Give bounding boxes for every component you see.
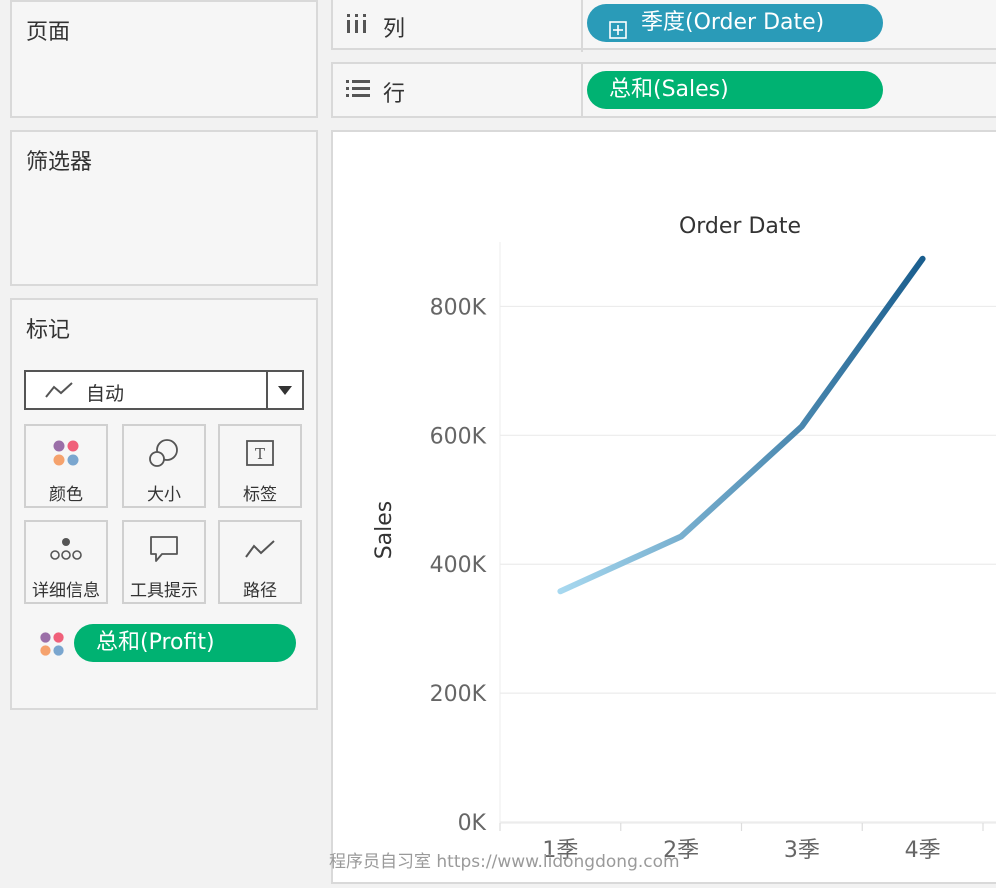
- columns-shelf-label: 列: [383, 17, 406, 42]
- marks-card: 标记 自动 颜色 大小 T 标签 详细信息 工具提示 路径 总和(Profit): [10, 298, 318, 710]
- sales-series-line[interactable]: [557, 255, 926, 595]
- rows-shelf[interactable]: 行 总和(Sales): [331, 62, 996, 118]
- marks-card-title: 标记: [26, 318, 71, 343]
- color-dots-icon: [53, 440, 79, 466]
- rows-shelf-label: 行: [383, 82, 406, 107]
- line-chart-icon: [44, 380, 74, 404]
- pages-card-title: 页面: [26, 20, 71, 45]
- y-tick-label: 200K: [430, 682, 487, 707]
- label-button-label: 标签: [243, 485, 277, 505]
- sum-sales-pill-label: 总和(Sales): [609, 77, 729, 102]
- pages-card[interactable]: 页面: [10, 0, 318, 118]
- line-chart[interactable]: 0K200K400K600K800K1季 2季 3季 4季 Order Date Sa…: [333, 132, 996, 882]
- text-label-icon: T: [246, 440, 274, 466]
- y-tick-label: 0K: [458, 811, 487, 836]
- filters-card[interactable]: 筛选器: [10, 130, 318, 286]
- filters-card-title: 筛选器: [26, 150, 93, 175]
- path-button[interactable]: 路径: [218, 520, 302, 604]
- expand-plus-icon[interactable]: [609, 14, 627, 52]
- label-button[interactable]: T 标签: [218, 424, 302, 508]
- y-tick-label: 400K: [430, 553, 487, 578]
- tooltip-bubble-icon: [150, 536, 178, 562]
- y-tick-label: 600K: [430, 424, 487, 449]
- columns-shelf[interactable]: 列 季度(Order Date): [331, 0, 996, 52]
- sum-sales-pill[interactable]: 总和(Sales): [587, 71, 883, 109]
- y-tick-label: 800K: [430, 295, 487, 320]
- chart-title: Order Date: [679, 214, 801, 239]
- chevron-down-icon[interactable]: [278, 386, 292, 395]
- y-axis-label: Sales: [372, 501, 397, 560]
- shelf-divider: [581, 64, 583, 116]
- path-button-label: 路径: [243, 581, 277, 601]
- size-button[interactable]: 大小: [122, 424, 206, 508]
- shelf-divider: [581, 0, 583, 52]
- dropdown-divider: [266, 372, 268, 408]
- mark-type-label: 自动: [86, 383, 125, 405]
- quarter-order-date-pill[interactable]: 季度(Order Date): [587, 4, 883, 42]
- x-tick-label: 3季: [784, 838, 820, 863]
- watermark: 程序员自习室 https://www.lidongdong.com: [329, 852, 680, 872]
- color-button[interactable]: 颜色: [24, 424, 108, 508]
- color-dots-icon: [38, 630, 66, 662]
- size-circles-icon: [149, 439, 178, 467]
- profit-color-pill[interactable]: 总和(Profit): [74, 624, 296, 662]
- tooltip-button[interactable]: 工具提示: [122, 520, 206, 604]
- color-button-label: 颜色: [49, 485, 83, 505]
- columns-icon: [345, 12, 369, 40]
- size-button-label: 大小: [147, 485, 181, 505]
- detail-dots-icon: [50, 538, 82, 560]
- detail-button[interactable]: 详细信息: [24, 520, 108, 604]
- svg-text:T: T: [255, 445, 265, 463]
- path-line-icon: [245, 540, 275, 558]
- profit-color-pill-label: 总和(Profit): [96, 630, 215, 655]
- chart-view[interactable]: 0K 200K 400K 600K 800K 1季 2季 3季 4季 Order Date Sa…: [331, 130, 996, 884]
- quarter-order-date-pill-label: 季度(Order Date): [641, 10, 825, 35]
- detail-button-label: 详细信息: [32, 581, 100, 601]
- rows-icon: [345, 78, 371, 104]
- mark-type-dropdown[interactable]: 自动: [24, 370, 304, 410]
- x-tick-label: 4季: [905, 838, 941, 863]
- tooltip-button-label: 工具提示: [130, 581, 198, 601]
